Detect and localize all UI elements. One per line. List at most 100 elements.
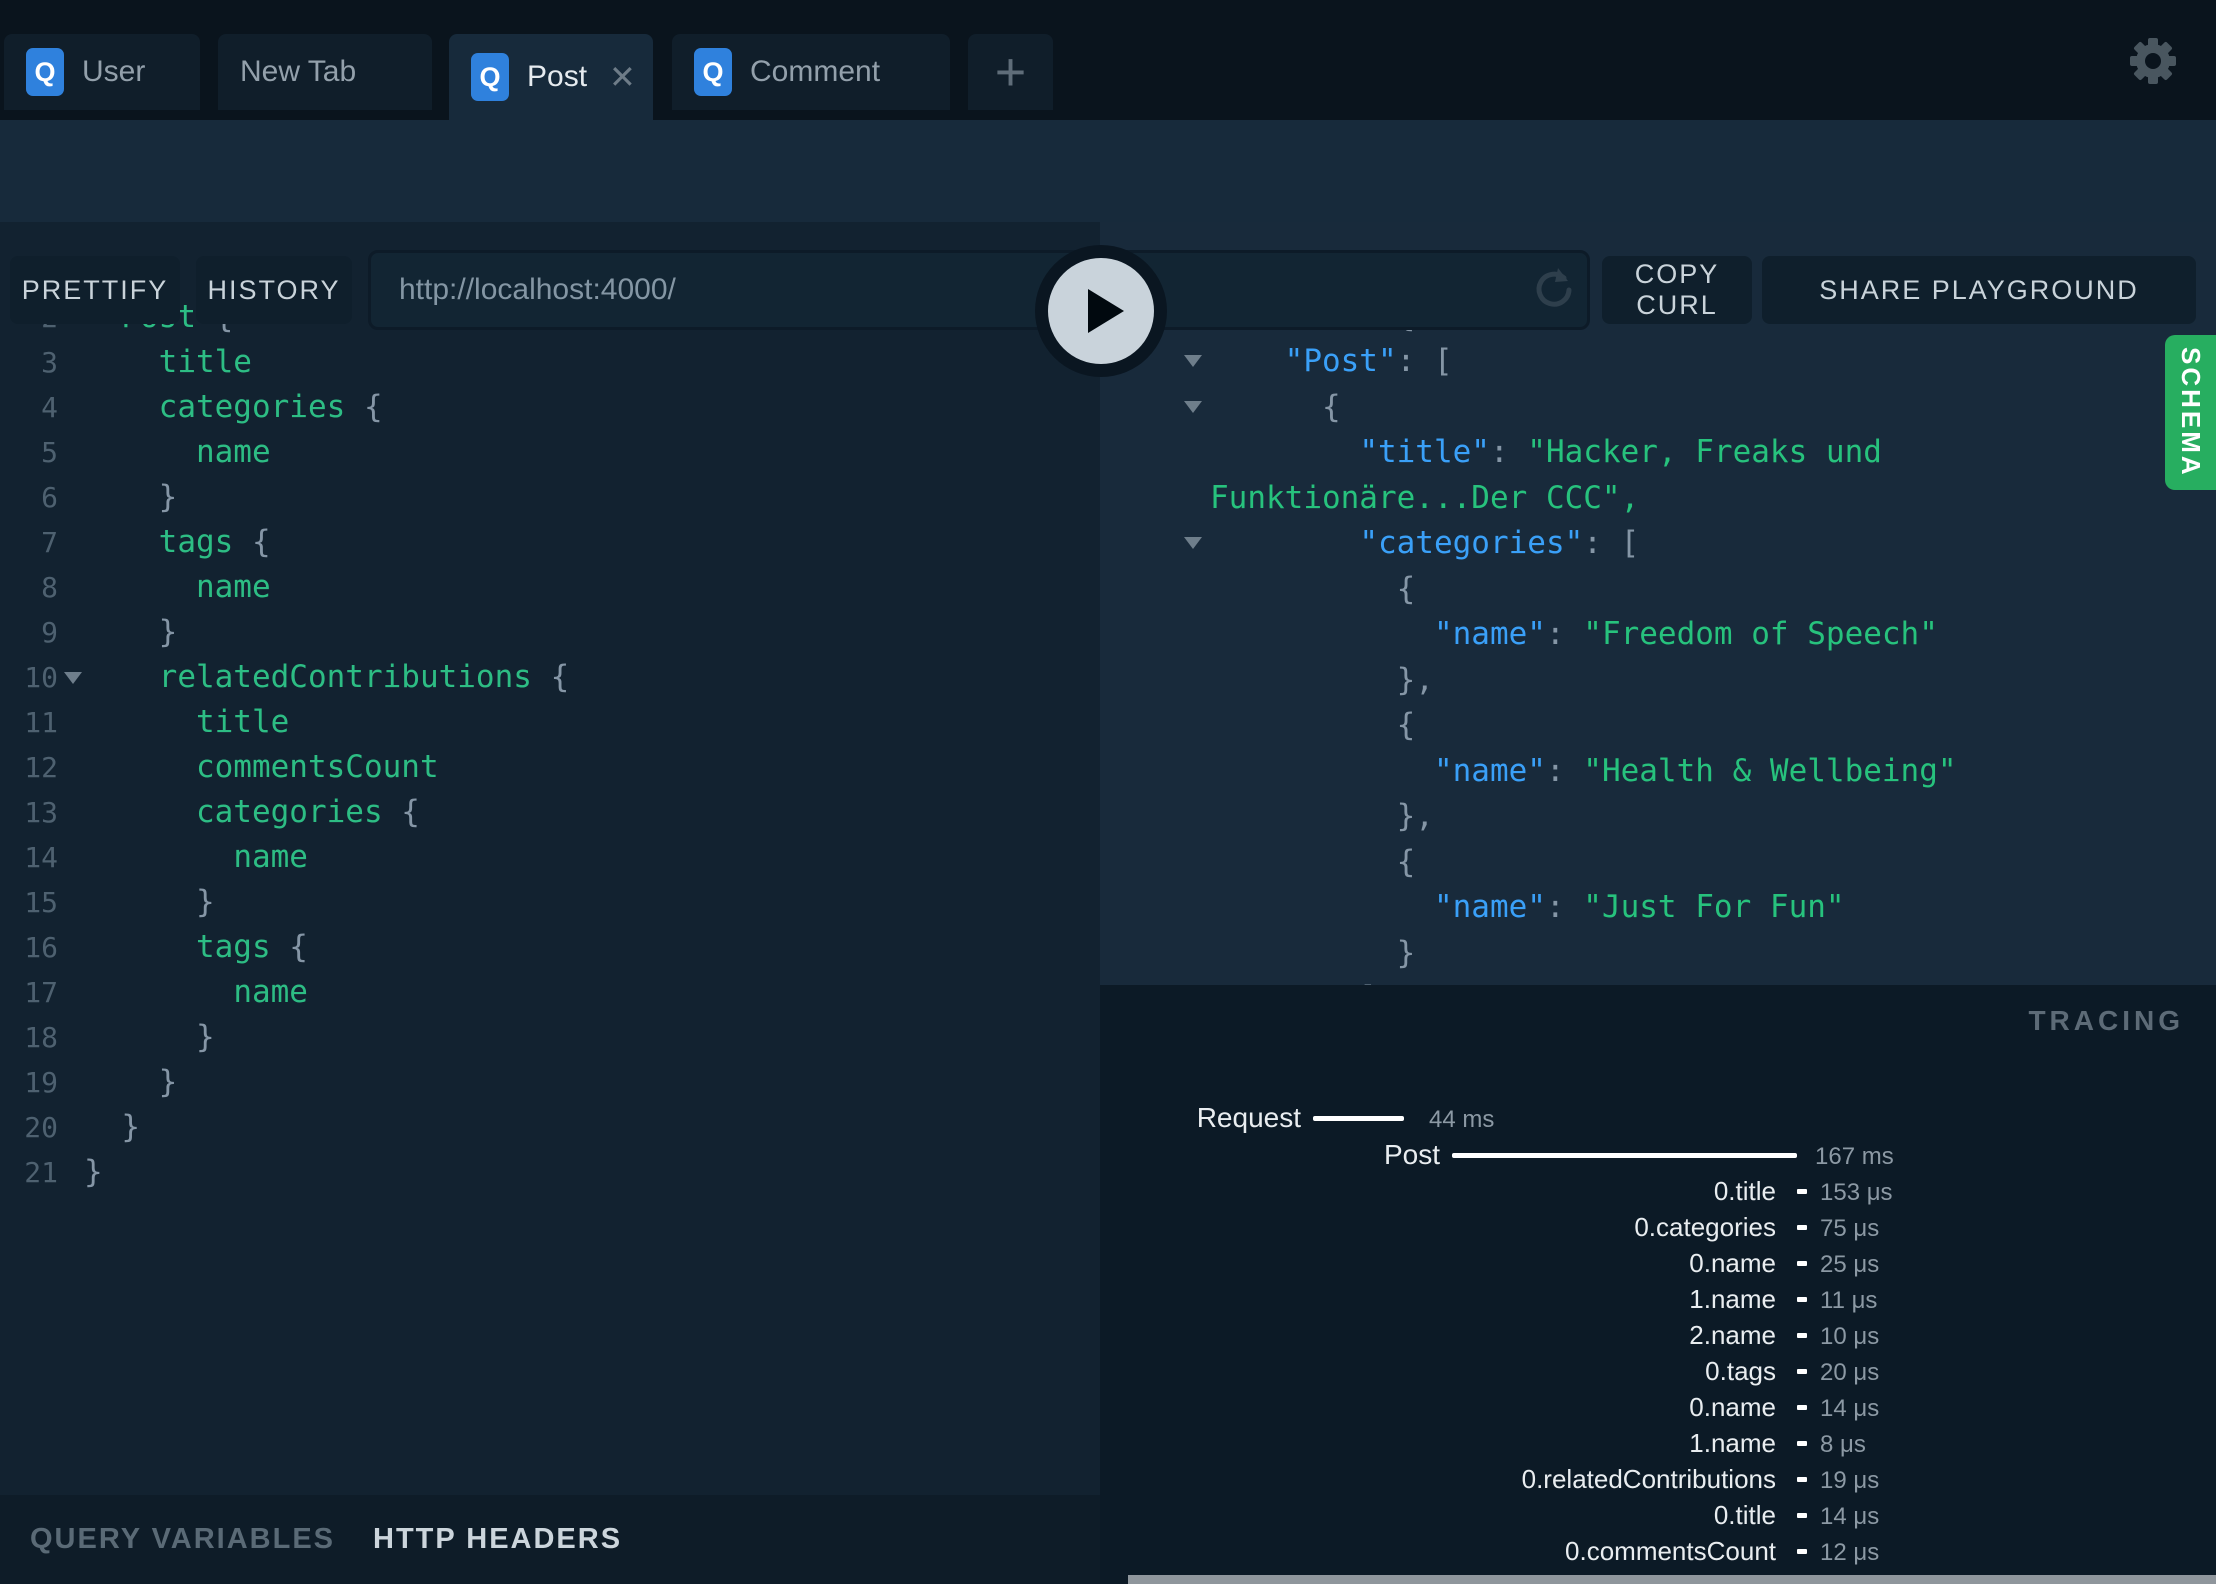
tab-comment[interactable]: Q Comment [672, 34, 950, 110]
tracing-duration: 44 ms [1429, 1106, 1495, 1133]
tracing-duration: 11 μs [1820, 1287, 1878, 1314]
tracing-label: 2.name [1689, 1320, 1776, 1350]
tracing-bar [1452, 1153, 1797, 1158]
query-line: } [195, 884, 215, 920]
execute-button-circle [1048, 258, 1154, 364]
query-line: name [195, 434, 271, 470]
tracing-row: 0.name 25 μs [1100, 1245, 2216, 1281]
tracing-duration: 12 μs [1820, 1539, 1880, 1566]
endpoint-url-input[interactable]: http://localhost:4000/ [368, 250, 1590, 330]
tracing-panel: TRACING Request 44 ms Post 167 ms 0.title 153… [1100, 985, 2216, 1584]
line-number: 4 [41, 391, 58, 424]
tracing-row: 0.title 14 μs [1100, 1497, 2216, 1533]
tracing-label: Request [1196, 1102, 1301, 1133]
query-badge-icon: Q [26, 48, 64, 96]
tracing-row: 1.name 8 μs [1100, 1425, 2216, 1461]
query-editor[interactable]: 1{2 Post {3 title4 categories {5 name6 }… [0, 222, 1100, 1495]
line-number: 15 [24, 886, 58, 919]
tab-user[interactable]: Q User [4, 34, 200, 110]
fold-arrow[interactable] [64, 672, 82, 684]
tracing-dash [1797, 1189, 1807, 1194]
response-line: }, [1396, 661, 1434, 698]
tracing-bar [1313, 1116, 1404, 1121]
query-variables-tab[interactable]: QUERY VARIABLES [30, 1523, 335, 1556]
tracing-label: 0.title [1713, 1500, 1776, 1530]
line-number: 14 [24, 841, 58, 874]
line-number: 11 [24, 706, 58, 739]
line-number: 20 [24, 1111, 58, 1144]
copy-curl-button[interactable]: COPY CURL [1602, 256, 1752, 324]
tracing-label: 0.name [1689, 1248, 1776, 1278]
response-line: { [1321, 388, 1341, 425]
query-line: } [121, 1109, 140, 1145]
tracing-dash [1797, 1261, 1807, 1266]
query-line: name [195, 569, 271, 605]
query-line: title [158, 344, 252, 380]
tracing-dash [1797, 1513, 1807, 1518]
prettify-button[interactable]: PRETTIFY [10, 256, 180, 324]
query-badge-icon: Q [694, 48, 732, 96]
execute-button[interactable] [1035, 245, 1167, 377]
tracing-title: TRACING [2028, 1005, 2184, 1036]
tracing-dash [1797, 1477, 1807, 1482]
tracing-duration: 14 μs [1820, 1395, 1880, 1422]
fold-arrow[interactable] [1184, 355, 1202, 367]
endpoint-url-value: http://localhost:4000/ [399, 273, 676, 306]
line-number: 7 [41, 526, 58, 559]
plus-icon: + [994, 42, 1027, 102]
tracing-label: 0.commentsCount [1565, 1536, 1776, 1566]
tracing-duration: 14 μs [1820, 1503, 1880, 1530]
tracing-label: Post [1383, 1139, 1440, 1170]
response-line: }, [1396, 798, 1434, 834]
tracing-duration: 10 μs [1820, 1323, 1880, 1350]
close-tab-icon[interactable]: ✕ [609, 61, 636, 93]
tracing-row: Request 44 ms [1100, 1100, 2216, 1136]
fold-arrow[interactable] [1184, 537, 1202, 549]
tracing-label: 0.title [1713, 1176, 1776, 1206]
tracing-row: 1.name 11 μs [1100, 1281, 2216, 1317]
tab-label: Post [527, 60, 588, 93]
tracing-row: 0.title 153 μs [1100, 1173, 2216, 1209]
history-button[interactable]: HISTORY [196, 256, 352, 324]
tracing-row: 0.tags 20 μs [1100, 1353, 2216, 1389]
tracing-row: Post 167 ms [1100, 1137, 2216, 1173]
response-line: "name": "Just For Fun" [1433, 889, 1845, 925]
line-number: 10 [24, 661, 58, 694]
line-number: 17 [24, 976, 58, 1009]
query-line: commentsCount [195, 749, 439, 785]
line-number: 5 [41, 436, 58, 469]
settings-gear-icon[interactable] [2126, 34, 2180, 88]
share-playground-button[interactable]: SHARE PLAYGROUND [1762, 256, 2196, 324]
tab-new-tab[interactable]: New Tab [218, 34, 432, 110]
tab-post[interactable]: Q Post ✕ [449, 34, 653, 120]
tracing-row: 0.name 14 μs [1100, 1389, 2216, 1425]
query-badge-icon: Q [471, 53, 509, 101]
response-line: "categories": [ [1359, 525, 1640, 561]
new-tab-button[interactable]: + [968, 34, 1053, 110]
response-line: } [1396, 934, 1416, 971]
tracing-duration: 8 μs [1820, 1431, 1866, 1458]
fold-arrow[interactable] [1184, 400, 1202, 413]
query-line: name [233, 974, 308, 1010]
response-line: Funktionäre...Der CCC", [1210, 479, 1640, 516]
query-line: } [158, 614, 178, 650]
tracing-label: 1.name [1689, 1284, 1776, 1314]
tab-label: User [82, 55, 146, 88]
tracing-dash [1797, 1333, 1807, 1338]
horizontal-scrollbar[interactable] [1128, 1575, 2216, 1584]
tracing-label: 0.tags [1705, 1356, 1776, 1386]
tracing-row: 0.relatedContributions 19 μs [1100, 1461, 2216, 1497]
refresh-schema-icon[interactable] [1528, 264, 1580, 316]
tracing-label: 1.name [1689, 1428, 1776, 1458]
query-line: title [195, 704, 290, 740]
query-line: } [158, 479, 178, 515]
query-line: } [195, 1019, 215, 1055]
query-line: categories { [158, 389, 383, 425]
response-pane: { "data": { "Post": [ { "title": "Hacker… [1100, 222, 2216, 985]
tracing-dash [1797, 1405, 1807, 1410]
tracing-duration: 19 μs [1820, 1467, 1880, 1494]
schema-tab[interactable]: SCHEMA [2165, 335, 2216, 490]
http-headers-tab[interactable]: HTTP HEADERS [373, 1523, 622, 1556]
response-line: ] [1210, 976, 1378, 985]
tracing-row: 2.name 10 μs [1100, 1317, 2216, 1353]
